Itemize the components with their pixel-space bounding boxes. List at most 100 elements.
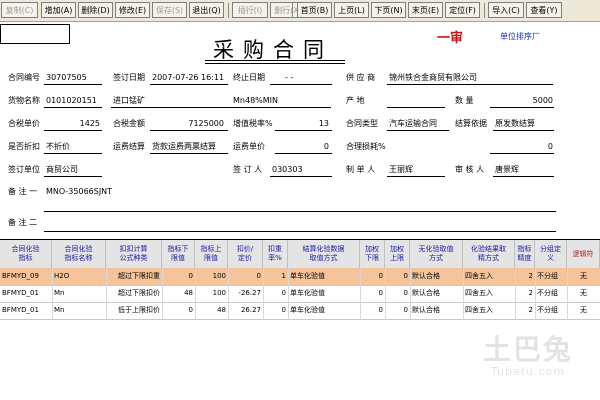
copy-button[interactable]: 复制(C) xyxy=(1,2,38,18)
table-row[interactable]: BFMYD_09 H2O 超过下限扣重 0 100 0 1 单车化验值 0 0 默认合格 四舍五入 2 不… xyxy=(0,268,600,286)
table-cell[interactable]: 48 xyxy=(195,302,228,319)
table-cell[interactable]: 26.27 xyxy=(228,302,263,319)
grid-column-header[interactable]: 扣扣计算 公式种类 xyxy=(106,240,162,268)
table-cell[interactable]: Mn xyxy=(52,302,106,319)
remark2-field[interactable] xyxy=(46,216,246,229)
grid-column-header[interactable]: 分组定 义 xyxy=(535,240,567,268)
table-cell[interactable]: 单车化验值 xyxy=(288,285,360,302)
table-cell[interactable]: 0 xyxy=(360,268,385,285)
table-cell[interactable]: BFMYD_01 xyxy=(0,285,52,302)
grid-column-header[interactable]: 指标 精度 xyxy=(515,240,535,268)
freight-settle-field[interactable]: 货款运费两票结算 xyxy=(152,140,226,153)
tax-amount-field[interactable]: 7125000 xyxy=(152,117,224,130)
end-date-field[interactable]: - - xyxy=(285,71,325,84)
sign-date-field[interactable]: 2007-07-26 16:11 xyxy=(152,71,226,84)
tax-price-field[interactable]: 1425 xyxy=(46,117,100,130)
grid-column-header[interactable]: 逻辑符 xyxy=(567,240,600,268)
first-page-button[interactable]: 首页(B) xyxy=(297,2,332,18)
table-cell[interactable]: 单车化验值 xyxy=(288,302,360,319)
signer-field[interactable]: 030303 xyxy=(272,163,328,176)
table-cell[interactable]: 2 xyxy=(515,285,535,302)
table-cell[interactable]: 0 xyxy=(385,285,410,302)
table-cell[interactable]: 四舍五入 xyxy=(463,285,515,302)
goods-name-field[interactable]: 进口锰矿 xyxy=(113,94,173,107)
import-button[interactable]: 导入(C) xyxy=(488,2,524,18)
exit-button[interactable]: 退出(Q) xyxy=(189,2,224,18)
freight-price-field[interactable]: 0 xyxy=(285,140,329,153)
table-cell[interactable]: 100 xyxy=(195,285,228,302)
next-page-button[interactable]: 下页(N) xyxy=(371,2,406,18)
view-button[interactable]: 查看(Y) xyxy=(526,2,562,18)
grid-column-header[interactable]: 合同化验 指标 xyxy=(0,240,52,268)
table-cell[interactable]: Mn xyxy=(52,285,106,302)
contract-no-field[interactable]: 30707505 xyxy=(46,71,100,84)
locate-button[interactable]: 定位(F) xyxy=(445,2,480,18)
table-cell[interactable]: 1 xyxy=(263,268,288,285)
table-cell[interactable]: BFMYD_01 xyxy=(0,302,52,319)
table-cell[interactable]: 0 xyxy=(162,302,195,319)
goods-code-field[interactable]: 0101020151 xyxy=(46,94,100,107)
settle-basis-field[interactable]: 原发数结算 xyxy=(495,117,551,130)
table-cell[interactable]: 默认合格 xyxy=(410,285,463,302)
table-cell[interactable]: 0 xyxy=(385,302,410,319)
table-cell[interactable]: 无 xyxy=(567,302,600,319)
grid-column-header[interactable]: 扣重 率% xyxy=(263,240,288,268)
goods-spec-field[interactable]: Mn48%MIN xyxy=(233,94,293,107)
table-cell[interactable]: 0 xyxy=(263,285,288,302)
grid-column-header[interactable]: 化验结果取 精方式 xyxy=(463,240,515,268)
table-cell[interactable]: 0 xyxy=(360,302,385,319)
reviewer-field[interactable]: 唐景辉 xyxy=(495,163,551,176)
table-cell[interactable]: H2O xyxy=(52,268,106,285)
table-cell[interactable]: 单车化验值 xyxy=(288,268,360,285)
supplier-field[interactable]: 锦州铁合金商贸有限公司 xyxy=(389,71,549,84)
table-cell[interactable]: 无 xyxy=(567,285,600,302)
last-page-button[interactable]: 末页(E) xyxy=(408,2,443,18)
table-row[interactable]: BFMYD_01 Mn 超过下限扣价 48 100 -26.27 0 单车化验值 0 0 默认合格四… xyxy=(0,285,600,303)
remark1-field[interactable]: MNO-35066SJNT xyxy=(46,185,246,198)
quantity-field[interactable]: 5000 xyxy=(503,94,553,107)
table-cell[interactable]: BFMYD_09 xyxy=(0,268,52,285)
table-cell[interactable]: 0 xyxy=(360,285,385,302)
table-cell[interactable]: 不分组 xyxy=(535,285,567,302)
table-cell[interactable]: 2 xyxy=(515,268,535,285)
discount-field[interactable]: 不折价 xyxy=(46,140,100,153)
table-cell[interactable]: 48 xyxy=(162,285,195,302)
sign-unit-field[interactable]: 商贸公司 xyxy=(46,163,100,176)
insert-row-button[interactable]: 插行(I) xyxy=(232,2,268,18)
grid-column-header[interactable]: 指标上 限值 xyxy=(195,240,228,268)
table-cell[interactable]: 2 xyxy=(515,302,535,319)
table-cell[interactable]: 无 xyxy=(567,268,600,285)
table-cell[interactable]: 默认合格 xyxy=(410,268,463,285)
table-cell[interactable]: 0 xyxy=(228,268,263,285)
table-cell[interactable]: 100 xyxy=(195,268,228,285)
table-cell[interactable]: 不分组 xyxy=(535,268,567,285)
grid-column-header[interactable]: 合同化验 指标名称 xyxy=(52,240,106,268)
modify-button[interactable]: 修改(E) xyxy=(115,2,150,18)
unit-sort-link[interactable]: 单位排序厂 xyxy=(500,31,540,42)
grid-column-header[interactable]: 加权 下限 xyxy=(360,240,385,268)
left-input-box[interactable] xyxy=(0,24,70,44)
grid-column-header[interactable]: 指标下 限值 xyxy=(162,240,195,268)
prev-page-button[interactable]: 上页(L) xyxy=(334,2,369,18)
maker-field[interactable]: 王丽辉 xyxy=(389,163,439,176)
table-cell[interactable]: 0 xyxy=(162,268,195,285)
vat-rate-field[interactable]: 13 xyxy=(285,117,329,130)
delete-button[interactable]: 删除(D) xyxy=(78,2,113,18)
table-cell[interactable]: 不分组 xyxy=(535,302,567,319)
contract-type-field[interactable]: 汽车运输合同 xyxy=(389,117,447,130)
table-cell[interactable]: 默认合格 xyxy=(410,302,463,319)
table-cell[interactable]: 低于上限扣价 xyxy=(106,302,162,319)
grid-column-header[interactable]: 扣价/ 定价 xyxy=(228,240,263,268)
reasonable-loss-field[interactable]: 0 xyxy=(503,140,553,153)
table-cell[interactable]: 0 xyxy=(385,268,410,285)
table-cell[interactable]: 四舍五入 xyxy=(463,302,515,319)
table-row[interactable]: BFMYD_01 Mn 低于上限扣价 0 48 26.27 0 单车化验值 0 0 默认合格 四舍五入… xyxy=(0,302,600,320)
table-cell[interactable]: 超过下限扣重 xyxy=(106,268,162,285)
grid-column-header[interactable]: 无化验取值 方式 xyxy=(410,240,463,268)
table-cell[interactable]: -26.27 xyxy=(228,285,263,302)
table-cell[interactable]: 四舍五入 xyxy=(463,268,515,285)
save-button[interactable]: 保存(S) xyxy=(152,2,187,18)
origin-field[interactable] xyxy=(389,94,443,107)
grid-column-header[interactable]: 加权 上限 xyxy=(385,240,410,268)
table-cell[interactable]: 0 xyxy=(263,302,288,319)
